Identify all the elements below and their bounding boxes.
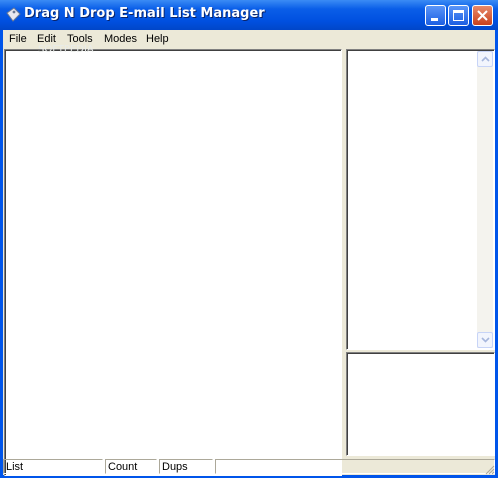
close-button[interactable] (472, 5, 493, 26)
vertical-scrollbar[interactable] (477, 51, 493, 348)
chevron-up-icon (481, 56, 490, 62)
status-dups: Dups (159, 459, 213, 474)
maximize-button[interactable] (448, 5, 469, 26)
status-list: List (3, 459, 103, 474)
main-list-pane[interactable] (4, 49, 342, 476)
client-area: File Edit Tools Modes Help List Count Du… (3, 30, 495, 476)
status-bar: List Count Dups (3, 457, 495, 475)
scroll-down-button[interactable] (477, 332, 493, 348)
scroll-up-button[interactable] (477, 51, 493, 67)
status-message (215, 459, 495, 474)
close-icon (477, 10, 488, 21)
side-detail-pane[interactable] (346, 352, 495, 456)
app-window: Drag N Drop E-mail List Manager File Edi… (0, 0, 498, 478)
side-list-pane[interactable] (346, 49, 495, 350)
resize-grip-icon[interactable] (483, 463, 495, 475)
envelope-tag-icon[interactable] (5, 7, 21, 23)
maximize-icon (453, 10, 464, 21)
title-bar[interactable]: Drag N Drop E-mail List Manager (0, 0, 498, 30)
menu-file[interactable]: File (5, 32, 31, 47)
status-count: Count (105, 459, 157, 474)
minimize-icon (431, 18, 438, 21)
chevron-down-icon (481, 337, 490, 343)
menu-modes[interactable]: Modes (100, 32, 141, 47)
minimize-button[interactable] (425, 5, 446, 26)
window-title: Drag N Drop E-mail List Manager (24, 6, 265, 21)
watermark-text: SOFTPEDIA (38, 44, 94, 55)
menu-help[interactable]: Help (142, 32, 173, 47)
